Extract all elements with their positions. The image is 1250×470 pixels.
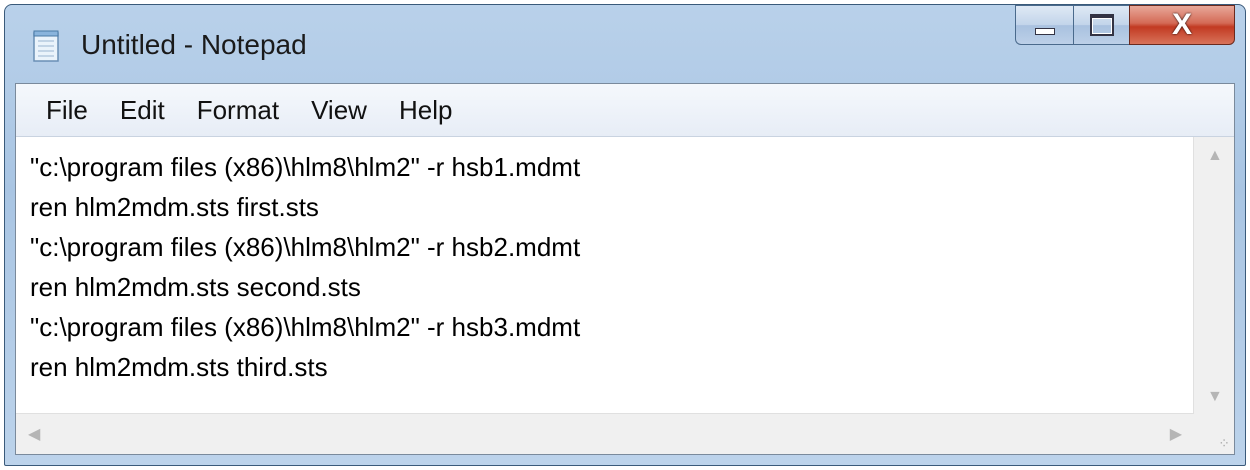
menu-bar: File Edit Format View Help (16, 84, 1234, 137)
text-line: ren hlm2mdm.sts second.sts (30, 272, 361, 302)
menu-help[interactable]: Help (383, 84, 468, 136)
client-area: File Edit Format View Help "c:\program f… (15, 83, 1235, 455)
maximize-icon (1089, 14, 1114, 36)
notepad-window: Untitled - Notepad X File Edit Format Vi… (4, 4, 1246, 466)
scroll-down-arrow-icon[interactable]: ▼ (1207, 388, 1223, 406)
title-bar[interactable]: Untitled - Notepad X (5, 5, 1245, 83)
text-line: "c:\program files (x86)\hlm8\hlm2" -r hs… (30, 312, 581, 342)
caption-buttons: X (1015, 5, 1235, 45)
menu-file[interactable]: File (30, 84, 104, 136)
close-button[interactable]: X (1129, 5, 1235, 45)
menu-edit[interactable]: Edit (104, 84, 181, 136)
scroll-up-arrow-icon[interactable]: ▲ (1207, 147, 1223, 165)
maximize-button[interactable] (1073, 5, 1129, 45)
menu-view[interactable]: View (295, 84, 383, 136)
text-editor[interactable]: "c:\program files (x86)\hlm8\hlm2" -r hs… (16, 137, 1194, 414)
text-line: "c:\program files (x86)\hlm8\hlm2" -r hs… (30, 152, 581, 182)
minimize-icon (1034, 27, 1055, 35)
text-line: ren hlm2mdm.sts first.sts (30, 192, 319, 222)
editor: "c:\program files (x86)\hlm8\hlm2" -r hs… (16, 137, 1234, 454)
scroll-left-arrow-icon[interactable]: ◀ (28, 424, 40, 444)
window-title: Untitled - Notepad (81, 29, 307, 60)
text-line: ren hlm2mdm.sts third.sts (30, 352, 328, 382)
minimize-button[interactable] (1015, 5, 1073, 45)
vertical-scrollbar[interactable]: ▲ ▼ (1193, 137, 1234, 414)
scroll-right-arrow-icon[interactable]: ▶ (1170, 424, 1182, 444)
menu-format[interactable]: Format (181, 84, 295, 136)
resize-grip-icon[interactable]: ⁘ (1218, 436, 1230, 450)
horizontal-scrollbar[interactable]: ◀ ▶ (16, 413, 1194, 454)
size-box[interactable]: ⁘ (1194, 414, 1234, 454)
text-line: "c:\program files (x86)\hlm8\hlm2" -r hs… (30, 232, 581, 262)
notepad-icon[interactable] (31, 29, 61, 63)
close-icon: X (1171, 8, 1192, 41)
